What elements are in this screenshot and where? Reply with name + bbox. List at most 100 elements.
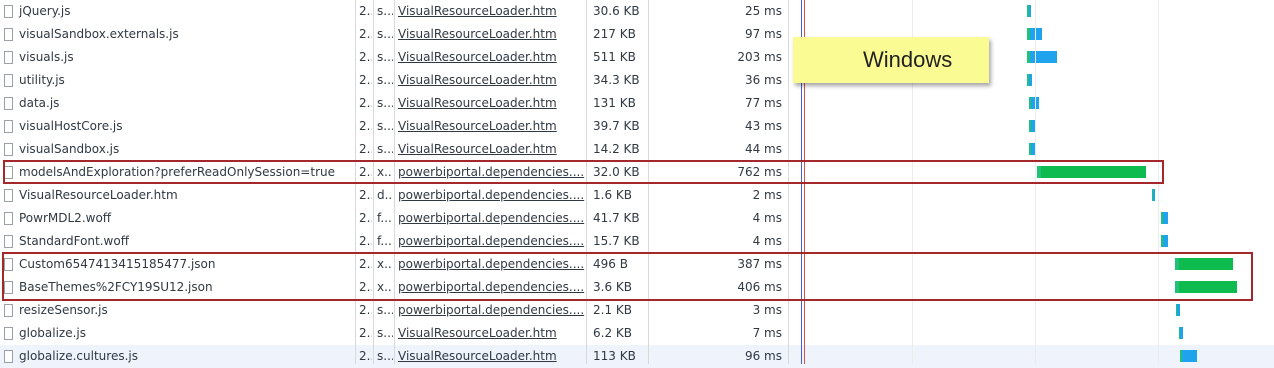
time-cell-text: 43 ms xyxy=(744,119,782,133)
waterfall-bar[interactable] xyxy=(1180,350,1197,362)
type-cell: s... xyxy=(374,46,393,69)
table-row[interactable]: visualSandbox.js 2.. s... VisualResourceLoa… xyxy=(0,138,1274,161)
request-name-cell: jQuery.js xyxy=(0,0,353,23)
waterfall-bar[interactable] xyxy=(1161,235,1168,247)
time-cell: 3 ms xyxy=(650,299,786,322)
size-cell-text: 34.3 KB xyxy=(593,73,640,87)
initiator-cell[interactable]: powerbiportal.dependencies.... xyxy=(395,299,585,322)
time-cell: 7 ms xyxy=(650,322,786,345)
waterfall-download-segment xyxy=(1180,327,1183,339)
initiator-cell-text[interactable]: VisualResourceLoader.htm xyxy=(398,142,557,156)
type-cell-text: d... xyxy=(377,188,393,202)
file-icon xyxy=(4,212,13,225)
size-cell-text: 511 KB xyxy=(593,50,636,64)
initiator-cell[interactable]: VisualResourceLoader.htm xyxy=(395,23,585,46)
type-cell: f... xyxy=(374,207,393,230)
initiator-cell[interactable]: powerbiportal.dependencies.... xyxy=(395,230,585,253)
initiator-cell-text[interactable]: powerbiportal.dependencies.... xyxy=(398,303,584,317)
type-cell: s... xyxy=(374,92,393,115)
initiator-cell[interactable]: VisualResourceLoader.htm xyxy=(395,115,585,138)
waterfall-download-segment xyxy=(1163,212,1168,224)
status-cell: 2.. xyxy=(356,322,372,345)
initiator-cell-text[interactable]: VisualResourceLoader.htm xyxy=(398,326,557,340)
table-row[interactable]: visualSandbox.externals.js 2.. s... VisualR… xyxy=(0,23,1274,46)
size-cell: 511 KB xyxy=(587,46,647,69)
initiator-cell-text[interactable]: VisualResourceLoader.htm xyxy=(398,50,557,64)
request-name-cell-text: globalize.js xyxy=(19,326,87,340)
table-row[interactable]: visuals.js 2.. s... VisualResourceLoader.ht… xyxy=(0,46,1274,69)
status-cell: 2.. xyxy=(356,184,372,207)
initiator-cell-text[interactable]: VisualResourceLoader.htm xyxy=(398,119,557,133)
initiator-cell-text[interactable]: VisualResourceLoader.htm xyxy=(398,349,557,363)
initiator-cell-text[interactable]: powerbiportal.dependencies.... xyxy=(398,211,584,225)
initiator-cell[interactable]: powerbiportal.dependencies.... xyxy=(395,207,585,230)
table-row[interactable]: jQuery.js 2.. s... VisualResourceLoader.htm… xyxy=(0,0,1274,23)
waterfall-bar[interactable] xyxy=(1176,304,1180,316)
initiator-cell[interactable]: VisualResourceLoader.htm xyxy=(395,138,585,161)
type-cell-text: s... xyxy=(377,27,393,41)
size-cell-text: 2.1 KB xyxy=(593,303,632,317)
initiator-cell-text[interactable]: powerbiportal.dependencies.... xyxy=(398,234,584,248)
size-cell: 217 KB xyxy=(587,23,647,46)
time-cell-text: 4 ms xyxy=(752,211,782,225)
table-row[interactable]: PowrMDL2.woff 2.. f... powerbiportal.depend… xyxy=(0,207,1274,230)
table-row[interactable]: visualHostCore.js 2.. s... VisualResourceLo… xyxy=(0,115,1274,138)
size-cell-text: 1.6 KB xyxy=(593,188,632,202)
request-name-cell: globalize.js xyxy=(0,322,353,345)
initiator-cell[interactable]: powerbiportal.dependencies.... xyxy=(395,184,585,207)
table-row[interactable]: StandardFont.woff 2.. f... powerbiportal.de… xyxy=(0,230,1274,253)
file-icon xyxy=(4,5,13,18)
time-cell: 96 ms xyxy=(650,345,786,368)
initiator-cell[interactable]: VisualResourceLoader.htm xyxy=(395,345,585,368)
type-cell-text: s... xyxy=(377,96,393,110)
table-row[interactable]: utility.js 2.. s... VisualResourceLoader.ht… xyxy=(0,69,1274,92)
initiator-cell[interactable]: VisualResourceLoader.htm xyxy=(395,46,585,69)
status-cell-text: 2.. xyxy=(359,234,372,248)
initiator-cell[interactable]: VisualResourceLoader.htm xyxy=(395,0,585,23)
table-row[interactable]: VisualResourceLoader.htm 2.. d... powerbipo… xyxy=(0,184,1274,207)
type-cell-text: s... xyxy=(377,73,393,87)
status-cell-text: 2.. xyxy=(359,326,372,340)
waterfall-bar[interactable] xyxy=(1179,327,1183,339)
status-cell-text: 2.. xyxy=(359,211,372,225)
waterfall-bar[interactable] xyxy=(1152,189,1155,201)
waterfall-bar[interactable] xyxy=(1161,212,1168,224)
time-cell: 44 ms xyxy=(650,138,786,161)
time-cell: 77 ms xyxy=(650,92,786,115)
type-cell-text: f... xyxy=(377,211,392,225)
initiator-cell[interactable]: VisualResourceLoader.htm xyxy=(395,92,585,115)
size-cell-text: 14.2 KB xyxy=(593,142,640,156)
waterfall-bar[interactable] xyxy=(1027,74,1032,86)
waterfall-bar[interactable] xyxy=(1029,97,1039,109)
waterfall-bar[interactable] xyxy=(1027,5,1031,17)
initiator-cell-text[interactable]: VisualResourceLoader.htm xyxy=(398,73,557,87)
initiator-cell-text[interactable]: powerbiportal.dependencies.... xyxy=(398,188,584,202)
size-cell: 1.6 KB xyxy=(587,184,647,207)
status-cell: 2.. xyxy=(356,115,372,138)
request-name-cell-text: utility.js xyxy=(19,73,65,87)
table-row[interactable]: data.js 2.. s... VisualResourceLoader.htm 13… xyxy=(0,92,1274,115)
size-cell-text: 39.7 KB xyxy=(593,119,640,133)
status-cell-text: 2.. xyxy=(359,349,372,363)
initiator-cell-text[interactable]: VisualResourceLoader.htm xyxy=(398,96,557,110)
initiator-cell[interactable]: VisualResourceLoader.htm xyxy=(395,69,585,92)
time-cell: 4 ms xyxy=(650,207,786,230)
initiator-cell-text[interactable]: VisualResourceLoader.htm xyxy=(398,4,557,18)
type-cell: s... xyxy=(374,23,393,46)
size-cell-text: 41.7 KB xyxy=(593,211,640,225)
status-cell-text: 2.. xyxy=(359,188,372,202)
initiator-cell[interactable]: VisualResourceLoader.htm xyxy=(395,322,585,345)
request-name-cell: visualSandbox.js xyxy=(0,138,353,161)
file-icon xyxy=(4,120,13,133)
request-name-cell-text: VisualResourceLoader.htm xyxy=(19,188,178,202)
waterfall-bar[interactable] xyxy=(1027,51,1057,63)
table-row[interactable]: globalize.js 2.. s... VisualResourceLoader.… xyxy=(0,322,1274,345)
initiator-cell-text[interactable]: VisualResourceLoader.htm xyxy=(398,27,557,41)
table-row[interactable]: globalize.cultures.js 2.. s... VisualResour… xyxy=(0,345,1274,368)
windows-callout-label: Windows xyxy=(863,47,953,72)
request-name-cell: visualSandbox.externals.js xyxy=(0,23,353,46)
table-row[interactable]: resizeSensor.js 2.. s... powerbiportal.depe… xyxy=(0,299,1274,322)
status-cell: 2.. xyxy=(356,299,372,322)
time-cell-text: 3 ms xyxy=(752,303,782,317)
request-name-cell: VisualResourceLoader.htm xyxy=(0,184,353,207)
